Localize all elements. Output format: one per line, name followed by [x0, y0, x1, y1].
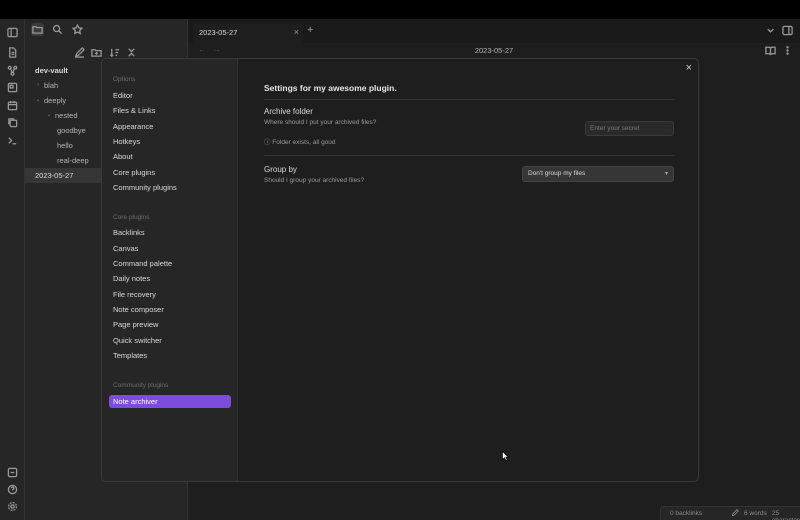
settings-nav-canvas[interactable]: Canvas — [109, 242, 231, 255]
settings-nav-about[interactable]: About — [109, 150, 231, 163]
settings-nav-core-plugins[interactable]: Core plugins — [109, 166, 231, 179]
graph-icon[interactable] — [6, 64, 18, 76]
tree-item-label: goodbye — [57, 126, 86, 135]
chevron-down-icon: ⌄ — [35, 97, 41, 103]
settings-content: Settings for my awesome plugin. Archive … — [238, 59, 698, 481]
settings-nav-appearance[interactable]: Appearance — [109, 120, 231, 133]
left-ribbon — [0, 19, 25, 520]
chevron-right-icon: › — [37, 82, 39, 88]
group-by-description: Should I group your archived files? — [264, 177, 365, 184]
mouse-cursor-icon — [502, 451, 509, 461]
explorer-toolbar — [25, 19, 187, 41]
reading-view-icon[interactable] — [765, 45, 777, 57]
core-plugins-section-title: Core plugins — [113, 214, 150, 221]
vault-icon[interactable] — [6, 466, 18, 478]
archive-folder-name: Archive folder — [264, 107, 313, 116]
settings-nav-daily-notes[interactable]: Daily notes — [109, 272, 231, 285]
tree-item-label: real-deep — [57, 156, 89, 165]
settings-nav-note-composer[interactable]: Note composer — [109, 303, 231, 316]
tree-item-label: nested — [55, 111, 78, 120]
settings-nav-command-palette[interactable]: Command palette — [109, 257, 231, 270]
group-by-selected-value: Don't group my files — [528, 170, 586, 177]
pencil-icon[interactable] — [731, 509, 739, 519]
backlinks-count[interactable]: 0 backlinks — [670, 510, 702, 517]
settings-nav-page-preview[interactable]: Page preview — [109, 318, 231, 331]
view-title[interactable]: 2023-05-27 — [188, 46, 800, 55]
archive-folder-input[interactable] — [585, 121, 674, 136]
new-tab-icon[interactable]: + — [307, 24, 313, 36]
chevron-down-icon: ⌄ — [46, 112, 52, 118]
settings-title: Settings for my awesome plugin. — [264, 83, 397, 93]
status-bar: 0 backlinks 6 words 25 characters — [660, 506, 800, 520]
tree-item-label: hello — [57, 141, 73, 150]
divider — [264, 155, 674, 156]
view-header: ← → 2023-05-27 — [188, 43, 800, 59]
tree-item-label: blah — [44, 81, 59, 90]
tree-item-label: deeply — [44, 96, 67, 105]
title-bar — [0, 0, 800, 19]
file-icon[interactable] — [6, 46, 18, 58]
folder-icon[interactable] — [31, 23, 44, 36]
settings-sidebar: Options Editor Files & Links Appearance … — [102, 59, 238, 481]
tab-2023-05-27[interactable]: 2023-05-27 × — [193, 23, 303, 43]
copy-icon[interactable] — [6, 116, 18, 128]
divider — [264, 99, 674, 100]
settings-nav-hotkeys[interactable]: Hotkeys — [109, 135, 231, 148]
settings-nav-backlinks[interactable]: Backlinks — [109, 226, 231, 239]
settings-nav-editor[interactable]: Editor — [109, 89, 231, 102]
options-section-title: Options — [113, 76, 136, 83]
settings-nav-community-plugins[interactable]: Community plugins — [109, 181, 231, 194]
group-by-name: Group by — [264, 165, 297, 174]
group-by-select[interactable]: Don't group my files ▾ — [522, 166, 674, 182]
sidebar-toggle-icon[interactable] — [6, 26, 18, 38]
settings-nav-quick-switcher[interactable]: Quick switcher — [109, 334, 231, 347]
right-sidebar-toggle-icon[interactable] — [782, 25, 794, 37]
new-note-icon[interactable] — [73, 46, 86, 59]
search-icon[interactable] — [51, 23, 64, 36]
tree-item-label: 2023-05-27 — [35, 171, 74, 180]
help-icon[interactable] — [6, 483, 18, 495]
tab-label: 2023-05-27 — [199, 28, 238, 37]
new-folder-icon[interactable] — [90, 46, 103, 59]
community-plugins-section-title: Community plugins — [113, 382, 169, 389]
tab-bar: 2023-05-27 × + — [188, 19, 800, 43]
word-count: 6 words — [744, 510, 767, 517]
settings-nav-file-recovery[interactable]: File recovery — [109, 288, 231, 301]
folder-status-note: ⓘ Folder exists, all good — [264, 139, 336, 146]
canvas-icon[interactable] — [6, 81, 18, 93]
settings-icon[interactable] — [6, 500, 18, 512]
more-options-icon[interactable] — [782, 45, 794, 57]
settings-nav-files-links[interactable]: Files & Links — [109, 104, 231, 117]
star-icon[interactable] — [71, 23, 84, 36]
terminal-icon[interactable] — [6, 134, 18, 146]
character-count: 25 characters — [772, 510, 800, 520]
settings-nav-templates[interactable]: Templates — [109, 349, 231, 362]
close-icon[interactable]: × — [294, 27, 299, 37]
chevron-down-icon[interactable] — [765, 25, 777, 37]
settings-nav-note-archiver[interactable]: Note archiver — [109, 395, 231, 408]
settings-modal: Options Editor Files & Links Appearance … — [101, 58, 699, 482]
chevron-down-icon: ▾ — [664, 171, 668, 177]
calendar-icon[interactable] — [6, 99, 18, 111]
archive-folder-description: Where should I put your archived files? — [264, 119, 377, 126]
